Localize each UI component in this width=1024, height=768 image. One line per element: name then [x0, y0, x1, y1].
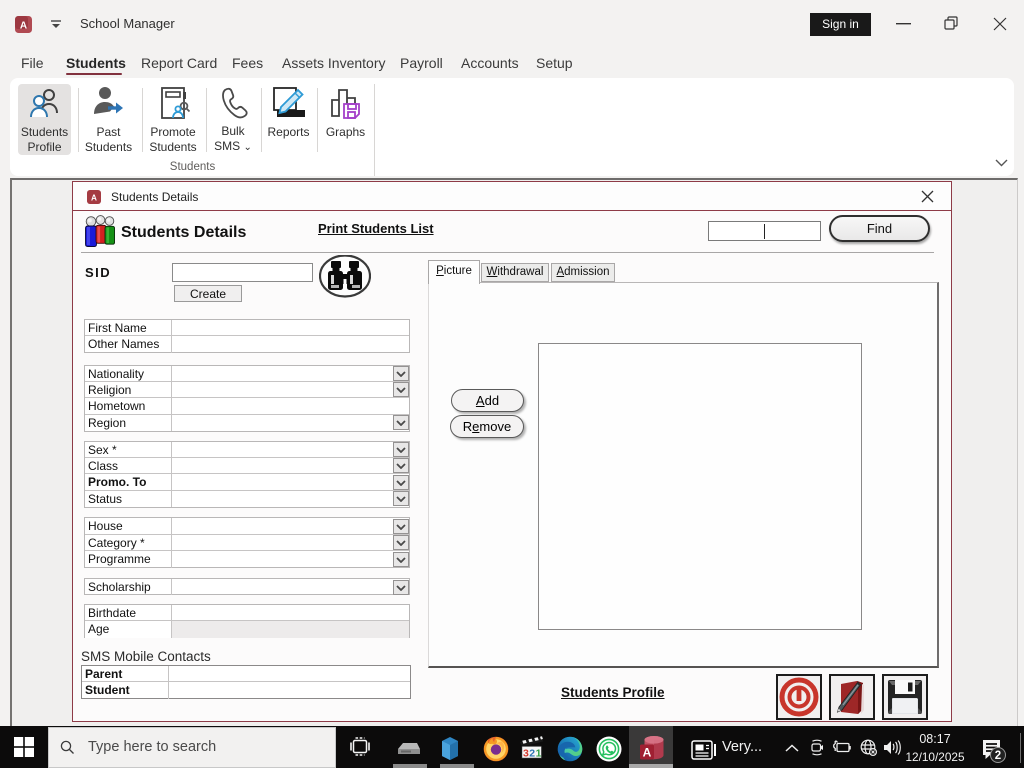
svg-text:A: A: [643, 746, 652, 760]
svg-text:2: 2: [529, 748, 535, 760]
svg-text:1: 1: [536, 748, 542, 760]
svg-text:A: A: [91, 193, 97, 202]
svg-text:A: A: [20, 21, 27, 32]
svg-text:3: 3: [523, 748, 529, 760]
